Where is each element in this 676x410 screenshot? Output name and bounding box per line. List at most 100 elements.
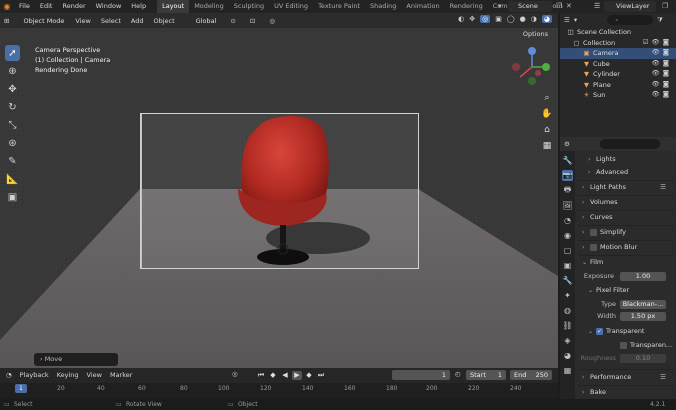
jump-start-icon[interactable]: ⏮ [256, 371, 266, 380]
wireframe-shading-icon[interactable]: ◯ [507, 15, 515, 23]
properties-editor-icon[interactable]: ⚙ [564, 140, 570, 148]
output-tab-icon[interactable]: 🖶 [562, 185, 573, 196]
tab-shading[interactable]: Shading [365, 0, 401, 13]
outliner-row-sun[interactable]: ☀ Sun 👁◙ [560, 90, 676, 101]
overlay-icon[interactable]: ◎ [480, 15, 491, 23]
cursor-tool-icon[interactable]: ⊕ [5, 63, 20, 79]
motion-blur-checkbox[interactable] [590, 243, 597, 251]
exposure-field[interactable]: 1.00 [620, 271, 666, 281]
particles-tab-icon[interactable]: ✦ [562, 290, 573, 301]
proportional-edit-icon[interactable]: ◎ [269, 17, 275, 25]
outliner-row-collection[interactable]: ▢ Collection ☑👁◙ [560, 38, 676, 49]
menu-playback[interactable]: Playback [20, 371, 49, 379]
camera-view-icon[interactable]: ⌂ [541, 124, 553, 136]
menu-file[interactable]: File [14, 0, 35, 13]
properties-search[interactable] [600, 139, 660, 149]
menu-marker[interactable]: Marker [110, 371, 132, 379]
transparent-glass-row[interactable]: Transparen... [620, 339, 676, 351]
roughness-field[interactable]: 0.10 [620, 353, 666, 363]
outliner-row-cylinder[interactable]: ▼ Cylinder 👁◙ [560, 69, 676, 80]
panel-bake[interactable]: › Bake [582, 386, 676, 398]
tab-layout[interactable]: Layout [157, 0, 190, 13]
outliner-search[interactable]: ⌕ [607, 15, 654, 25]
play-reverse-icon[interactable]: ◀ [280, 371, 290, 380]
subpanel-pixel-filter[interactable]: ⌄ Pixel Filter [588, 284, 676, 296]
panel-light-paths[interactable]: › Light Paths ☰ [582, 181, 676, 193]
tab-rendering[interactable]: Rendering [445, 0, 488, 13]
subpanel-advanced[interactable]: › Advanced [588, 166, 676, 178]
view-layer-copy-icon[interactable]: ❐ [662, 2, 668, 10]
start-frame-field[interactable]: Start 1 [466, 370, 506, 380]
filter-type-dropdown[interactable]: Blackman-... [620, 299, 666, 309]
tab-sculpting[interactable]: Sculpting [229, 0, 269, 13]
outliner-row-plane[interactable]: ▼ Plane 👁◙ [560, 80, 676, 91]
outliner-filter-icon[interactable]: ⧩ [657, 16, 663, 25]
material-tab-icon[interactable]: ◕ [562, 350, 573, 361]
play-icon[interactable]: ▶ [292, 371, 302, 380]
tool-tab-icon[interactable]: 🔧 [562, 155, 573, 166]
jump-keyframe-forward-icon[interactable]: ◆ [304, 371, 314, 380]
tab-uv-editing[interactable]: UV Editing [269, 0, 313, 13]
menu-render[interactable]: Render [57, 0, 90, 13]
xray-icon[interactable]: ▣ [495, 15, 502, 23]
material-shading-icon[interactable]: ◑ [531, 15, 537, 23]
constraints-tab-icon[interactable]: ⛓ [562, 320, 573, 331]
zoom-icon[interactable]: ⌕ [541, 92, 553, 104]
solid-shading-icon[interactable]: ● [520, 15, 526, 23]
menu-timeline-view[interactable]: View [87, 371, 102, 379]
collection-tab-icon[interactable]: ▢ [562, 245, 573, 256]
clock-icon[interactable]: ◴ [455, 370, 461, 378]
copy-icon[interactable]: ❐ [556, 2, 562, 10]
auto-keying-icon[interactable]: ◎ [232, 370, 238, 378]
row-visibility-icons[interactable]: 👁◙ [651, 48, 672, 56]
panel-simplify[interactable]: › Simplify [582, 226, 676, 238]
editor-type-icon[interactable]: ⊞ [4, 17, 9, 25]
menu-help[interactable]: Help [126, 0, 151, 13]
row-visibility-icons[interactable]: 👁◙ [651, 69, 672, 77]
move-tool-icon[interactable]: ✥ [5, 81, 20, 97]
gizmo-icon[interactable]: ✥ [469, 15, 475, 23]
frame-ruler[interactable]: 1 20 40 60 80 100 120 140 160 180 200 22… [0, 383, 558, 398]
presets-list-icon[interactable]: ☰ [660, 373, 666, 381]
outliner-row-camera[interactable]: ▣ Camera 👁◙ [560, 48, 676, 59]
subpanel-lights[interactable]: › Lights [588, 153, 676, 165]
navigation-gizmo[interactable] [510, 45, 554, 89]
outliner-row-cube[interactable]: ▼ Cube 👁◙ [560, 59, 676, 70]
row-visibility-icons[interactable]: 👁◙ [651, 59, 672, 67]
data-tab-icon[interactable]: ◈ [562, 335, 573, 346]
rotate-tool-icon[interactable]: ↻ [5, 99, 20, 115]
tab-modeling[interactable]: Modeling [189, 0, 229, 13]
menu-window[interactable]: Window [91, 0, 127, 13]
3d-viewport[interactable]: ⊞ Object Mode View Select Add Object Glo… [0, 13, 558, 368]
timeline-editor-icon[interactable]: ◔ [6, 371, 12, 379]
menu-keying[interactable]: Keying [57, 371, 79, 379]
row-visibility-icons[interactable]: 👁◙ [651, 80, 672, 88]
options-dropdown[interactable]: Options [523, 30, 548, 38]
subpanel-transparent[interactable]: ⌄ ✓ Transparent [588, 325, 676, 337]
close-icon[interactable]: ✕ [566, 2, 572, 10]
panel-film[interactable]: ⌄ Film [582, 256, 676, 268]
panel-volumes[interactable]: › Volumes [582, 196, 676, 208]
menu-view[interactable]: View [70, 17, 95, 25]
panel-curves[interactable]: › Curves [582, 211, 676, 223]
menu-object[interactable]: Object [149, 17, 180, 25]
pan-hand-icon[interactable]: ✋ [541, 108, 553, 120]
scale-tool-icon[interactable]: ⤡ [5, 117, 20, 133]
row-visibility-icons[interactable]: ☑👁◙ [643, 38, 672, 46]
select-box-tool-icon[interactable]: ➚ [5, 45, 20, 61]
texture-tab-icon[interactable]: ▦ [562, 365, 573, 376]
scene-tab-icon[interactable]: ◔ [562, 215, 573, 226]
row-visibility-icons[interactable]: 👁◙ [651, 90, 672, 98]
measure-tool-icon[interactable]: 📐 [5, 171, 20, 187]
jump-keyframe-back-icon[interactable]: ◆ [268, 371, 278, 380]
presets-list-icon[interactable]: ☰ [660, 183, 666, 191]
snap-icon[interactable]: ⊡ [250, 17, 255, 25]
tab-animation[interactable]: Animation [401, 0, 444, 13]
playhead[interactable]: 1 [15, 384, 27, 393]
object-tab-icon[interactable]: ▣ [562, 260, 573, 271]
current-frame-field[interactable]: 1 [392, 370, 450, 380]
world-tab-icon[interactable]: ◉ [562, 230, 573, 241]
rendered-shading-icon[interactable]: ◕ [541, 15, 552, 23]
menu-select[interactable]: Select [96, 17, 126, 25]
transparent-glass-checkbox[interactable] [620, 341, 627, 349]
